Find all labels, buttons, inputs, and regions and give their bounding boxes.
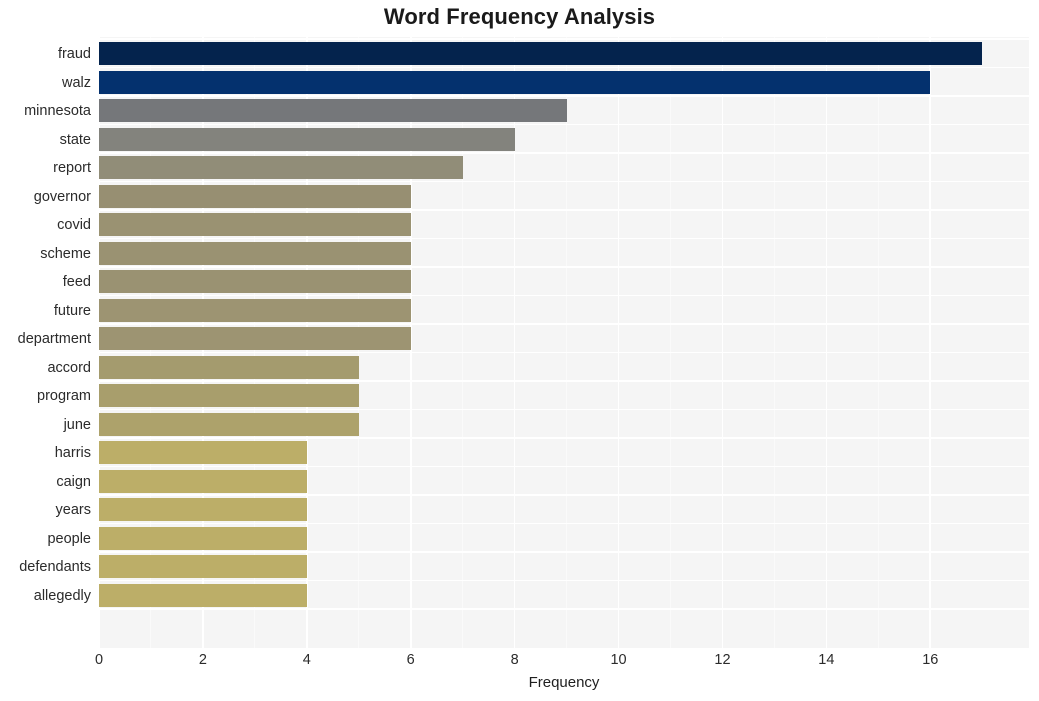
y-tick-label-minnesota: minnesota (24, 103, 91, 119)
x-tick-label-10: 10 (610, 652, 627, 668)
x-tick-label-14: 14 (818, 652, 835, 668)
y-tick-label-covid: covid (57, 217, 91, 233)
bar-row[interactable] (99, 96, 1029, 125)
bar-row[interactable] (99, 495, 1029, 524)
bar-feed[interactable] (99, 270, 411, 293)
bar-allegedly[interactable] (99, 583, 307, 607)
bar-row[interactable] (99, 267, 1029, 296)
y-tick-label-governor: governor (33, 188, 91, 205)
y-axis: fraud walz minnesota state report governor cov… (0, 37, 99, 648)
y-tick-label-caign: caign (56, 473, 91, 490)
bar-row[interactable] (99, 581, 1029, 610)
bar-future[interactable] (99, 298, 411, 322)
bar-walz[interactable] (99, 70, 931, 94)
bar-row[interactable] (99, 68, 1029, 97)
bar-department[interactable] (99, 327, 411, 350)
x-tick-label-0: 0 (94, 652, 104, 668)
bar-program[interactable] (99, 384, 359, 407)
bar-people[interactable] (99, 526, 307, 550)
bar-row[interactable] (99, 438, 1029, 467)
bar-row[interactable] (99, 353, 1029, 382)
bar-harris[interactable] (99, 441, 307, 464)
bar-defendants[interactable] (99, 555, 307, 578)
bar-report[interactable] (99, 156, 463, 179)
x-tick-label-6: 6 (406, 652, 415, 668)
y-tick-label-defendants: defendants (19, 559, 91, 575)
x-tick-label-16: 16 (922, 652, 939, 668)
y-tick-label-people: people (47, 530, 91, 547)
y-tick-label-harris: harris (54, 445, 91, 461)
bar-row[interactable] (99, 324, 1029, 353)
bar-accord[interactable] (99, 355, 359, 379)
bar-row[interactable] (99, 182, 1029, 211)
bar-row[interactable] (99, 210, 1029, 239)
bar-scheme[interactable] (99, 241, 411, 265)
bar-state[interactable] (99, 127, 515, 151)
bar-years[interactable] (99, 498, 307, 521)
y-tick-label-scheme: scheme (40, 245, 91, 262)
y-tick-label-june: june (63, 416, 91, 433)
bar-row[interactable] (99, 39, 1029, 68)
x-tick-label-12: 12 (714, 652, 731, 668)
x-axis-title: Frequency (528, 674, 600, 691)
bar-governor[interactable] (99, 184, 411, 208)
y-tick-label-report: report (53, 160, 91, 176)
bar-row[interactable] (99, 410, 1029, 439)
y-tick-label-program: program (37, 388, 91, 404)
x-tick-label-8: 8 (510, 652, 519, 668)
word-frequency-chart-figure: Word Frequency Analysis fraud walz minneso… (0, 0, 1039, 701)
plot-area (99, 37, 1029, 648)
bar-row[interactable] (99, 239, 1029, 268)
bar-row[interactable] (99, 125, 1029, 154)
bar-minnesota[interactable] (99, 99, 567, 122)
y-tick-label-future: future (53, 302, 91, 319)
y-tick-label-department: department (17, 331, 91, 347)
y-tick-label-state: state (59, 131, 91, 148)
y-tick-label-feed: feed (62, 274, 91, 290)
bar-row[interactable] (99, 381, 1029, 410)
y-tick-label-fraud: fraud (57, 46, 91, 62)
y-tick-label-allegedly: allegedly (33, 587, 91, 604)
bar-covid[interactable] (99, 213, 411, 236)
bar-row[interactable] (99, 153, 1029, 182)
x-tick-label-4: 4 (302, 652, 311, 668)
y-tick-label-accord: accord (47, 359, 91, 376)
bar-row[interactable] (99, 296, 1029, 325)
x-tick-label-2: 2 (198, 652, 207, 668)
bar-caign[interactable] (99, 469, 307, 493)
bar-fraud[interactable] (99, 42, 983, 65)
bar-row[interactable] (99, 552, 1029, 581)
bar-june[interactable] (99, 412, 359, 436)
bar-row[interactable] (99, 524, 1029, 553)
bar-row[interactable] (99, 467, 1029, 496)
page-title: Word Frequency Analysis (383, 4, 656, 29)
x-axis: 0 2 4 6 8 10 12 14 16 (95, 648, 1029, 676)
y-tick-label-years: years (55, 502, 91, 518)
y-tick-label-walz: walz (61, 74, 91, 91)
